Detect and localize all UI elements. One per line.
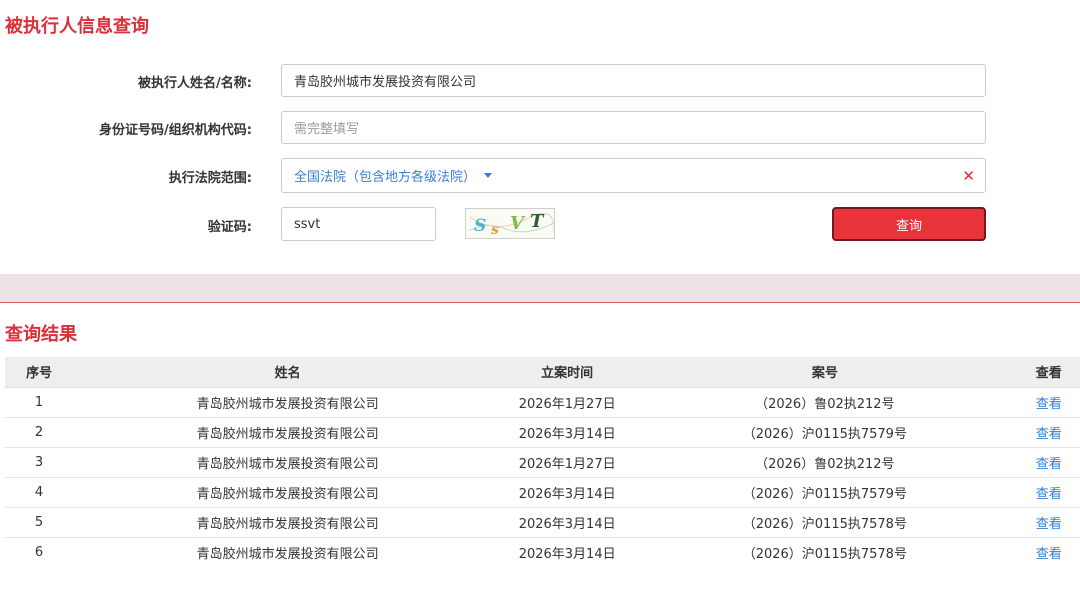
cell-view: 查看 [1017, 447, 1080, 478]
cell-date: 2026年3月14日 [502, 417, 633, 448]
cell-no: 5 [5, 507, 74, 538]
col-header-name: 姓名 [73, 357, 503, 388]
col-header-date: 立案时间 [502, 357, 633, 388]
cell-case: （2026）沪0115执7578号 [742, 546, 907, 562]
cell-name: 青岛胶州城市发展投资有限公司 [73, 417, 503, 448]
view-link[interactable]: 查看 [1036, 547, 1062, 562]
cell-case: （2026）鲁02执212号 [632, 447, 1018, 478]
clear-x-icon[interactable]: ✕ [962, 168, 975, 184]
view-link[interactable]: 查看 [1036, 487, 1062, 502]
name-input[interactable]: 青岛胶州城市发展投资有限公司 [281, 64, 986, 97]
cell-name: 青岛胶州城市发展投资有限公司 [196, 546, 379, 562]
cell-case: （2026）沪0115执7578号 [632, 507, 1018, 538]
cell-date: 2026年3月14日 [518, 546, 616, 562]
captcha-char-1: S [474, 216, 486, 236]
results-table: 序号 姓名 立案时间 案号 查看 1 青岛胶州城市发展投资有限公司 2026年1… [5, 357, 1080, 567]
view-link[interactable]: 查看 [1036, 427, 1062, 442]
cell-date: 2026年3月14日 [502, 477, 633, 508]
page-title: 被执行人信息查询 [5, 16, 149, 37]
cell-date: 2026年1月27日 [502, 387, 633, 418]
captcha-char-2: s [491, 222, 499, 238]
col-header-no: 序号 [5, 357, 74, 388]
cell-no: 3 [5, 447, 74, 478]
cell-date: 2026年3月14日 [502, 507, 633, 538]
cell-name: 青岛胶州城市发展投资有限公司 [73, 447, 503, 478]
query-button[interactable]: 查询 [832, 207, 986, 241]
table-row: 2 青岛胶州城市发展投资有限公司 2026年3月14日 （2026）沪0115执… [5, 417, 1080, 448]
cell-view: 查看 [1017, 387, 1080, 418]
cell-no: 6 [34, 544, 44, 560]
table-row: 3 青岛胶州城市发展投资有限公司 2026年1月27日 （2026）鲁02执21… [5, 447, 1080, 478]
table-row: 6 青岛胶州城市发展投资有限公司 2026年3月14日 （2026）沪0115执… [5, 537, 1080, 567]
cell-no: 1 [5, 387, 74, 418]
court-label: 执行法院范围: [168, 171, 252, 186]
view-link[interactable]: 查看 [1036, 517, 1062, 532]
page: 被执行人信息查询 被执行人姓名/名称: 青岛胶州城市发展投资有限公司 身份证号码… [0, 0, 1080, 591]
col-header-case: 案号 [632, 357, 1018, 388]
id-input[interactable]: 需完整填写 [281, 111, 986, 144]
cell-case: （2026）沪0115执7579号 [632, 417, 1018, 448]
cell-view: 查看 [1017, 477, 1080, 508]
table-header-row: 序号 姓名 立案时间 案号 查看 [5, 357, 1080, 388]
table-row: 5 青岛胶州城市发展投资有限公司 2026年3月14日 （2026）沪0115执… [5, 507, 1080, 538]
cell-view: 查看 [1017, 417, 1080, 448]
cell-name: 青岛胶州城市发展投资有限公司 [73, 477, 503, 508]
view-link[interactable]: 查看 [1036, 397, 1062, 412]
cell-date: 2026年1月27日 [502, 447, 633, 478]
id-label: 身份证号码/组织机构代码: [99, 123, 252, 138]
court-select[interactable]: 全国法院（包含地方各级法院） ✕ [281, 158, 986, 193]
caret-down-icon[interactable] [484, 173, 493, 178]
view-link[interactable]: 查看 [1036, 457, 1062, 472]
divider-band [0, 274, 1080, 303]
cell-no: 2 [5, 417, 74, 448]
results-title: 查询结果 [5, 324, 77, 345]
cell-name: 青岛胶州城市发展投资有限公司 [73, 507, 503, 538]
cell-name: 青岛胶州城市发展投资有限公司 [73, 387, 503, 418]
table-row: 1 青岛胶州城市发展投资有限公司 2026年1月27日 （2026）鲁02执21… [5, 387, 1080, 418]
col-header-view: 查看 [1017, 357, 1080, 388]
cell-no: 4 [5, 477, 74, 508]
cell-case: （2026）沪0115执7579号 [632, 477, 1018, 508]
cell-view: 查看 [1017, 507, 1080, 538]
captcha-image[interactable]: S s V T [465, 208, 555, 239]
captcha-input[interactable]: ssvt [281, 207, 436, 241]
captcha-char-3: V [510, 213, 526, 234]
cell-view: 查看 [1017, 537, 1080, 567]
table-row: 4 青岛胶州城市发展投资有限公司 2026年3月14日 （2026）沪0115执… [5, 477, 1080, 508]
cell-case: （2026）鲁02执212号 [632, 387, 1018, 418]
court-select-value: 全国法院（包含地方各级法院） [294, 170, 477, 185]
captcha-label: 验证码: [207, 220, 252, 235]
captcha-char-4: T [530, 211, 545, 232]
name-label: 被执行人姓名/名称: [138, 76, 252, 91]
